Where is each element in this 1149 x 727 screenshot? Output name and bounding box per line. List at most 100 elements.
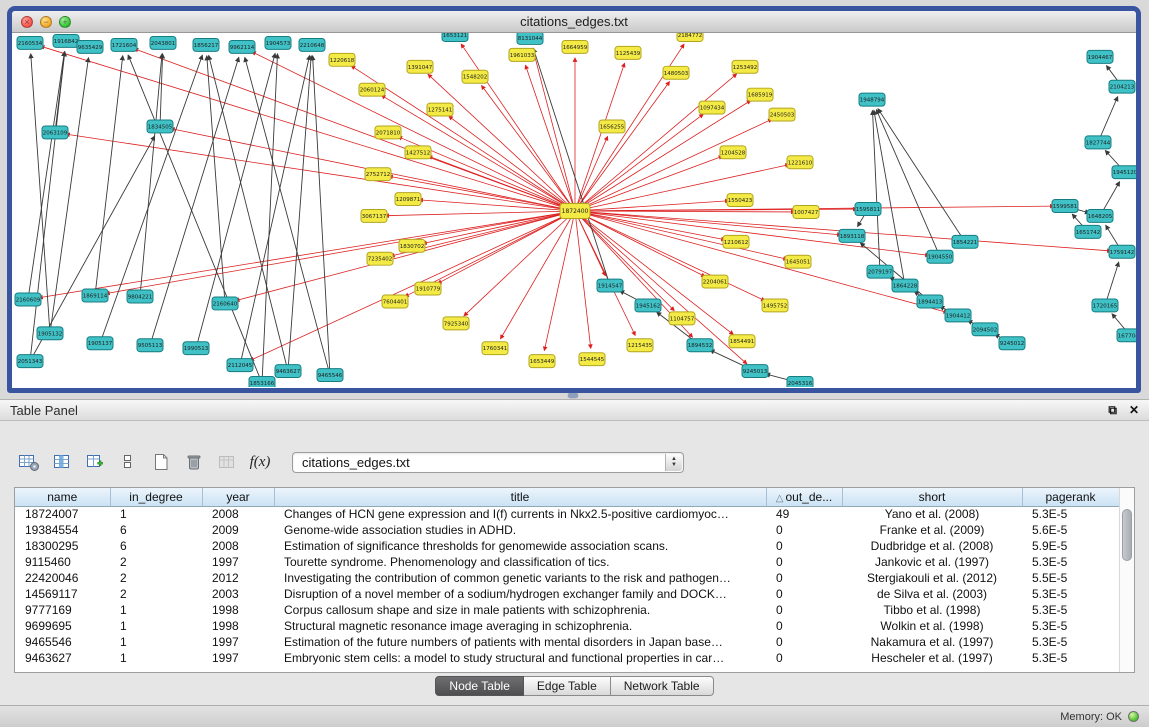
graph-node[interactable]: 1595811 <box>855 203 881 216</box>
column-header-pagerank[interactable]: pagerank <box>1022 488 1119 506</box>
graph-node[interactable]: 1864228 <box>892 279 918 292</box>
zoom-window-button[interactable]: + <box>59 16 71 28</box>
graph-edge[interactable] <box>575 114 703 211</box>
graph-edge[interactable] <box>423 211 575 244</box>
graph-node[interactable]: 1720165 <box>1092 299 1118 312</box>
table-row[interactable]: 946362711997Embryonic stem cells: a mode… <box>15 650 1119 666</box>
graph-edge[interactable] <box>544 211 575 350</box>
graph-node[interactable]: 2752712 <box>365 168 391 181</box>
graph-edge[interactable] <box>140 54 162 297</box>
graph-node[interactable]: 1910779 <box>415 282 441 295</box>
vertical-scrollbar[interactable] <box>1119 488 1134 672</box>
graph-node[interactable]: 1221610 <box>787 156 813 169</box>
graph-edge[interactable] <box>575 211 605 276</box>
graph-node[interactable]: 9465546 <box>317 369 343 382</box>
graph-node[interactable]: 1945120 <box>1112 166 1136 179</box>
graph-edge[interactable] <box>461 44 575 211</box>
graph-edge[interactable] <box>575 137 608 211</box>
graph-node[interactable]: 1854221 <box>952 235 978 248</box>
graph-node[interactable]: 1677042 <box>1117 329 1136 342</box>
graph-node[interactable]: 1645051 <box>785 255 811 268</box>
graph-edge[interactable] <box>575 63 625 211</box>
graph-node[interactable]: 1548202 <box>462 70 488 83</box>
tab-network-table[interactable]: Network Table <box>611 676 714 696</box>
graph-node[interactable]: 2104213 <box>1109 80 1135 93</box>
import-table-icon[interactable] <box>214 449 240 475</box>
graph-node[interactable]: 2071810 <box>375 126 401 139</box>
graph-edge[interactable] <box>575 82 670 211</box>
graph-node[interactable]: 9804221 <box>127 290 153 303</box>
graph-edge[interactable] <box>128 55 262 383</box>
graph-node[interactable]: 1834505 <box>147 120 173 133</box>
graph-node[interactable]: 7604401 <box>382 295 408 308</box>
float-panel-icon[interactable]: ⧉ <box>1108 403 1117 418</box>
graph-edge[interactable] <box>236 211 575 301</box>
graph-node[interactable]: 1904573 <box>265 36 291 49</box>
graph-node[interactable]: 1427512 <box>405 146 431 159</box>
graph-node[interactable]: 1904412 <box>945 309 971 322</box>
graph-node[interactable]: 1856217 <box>193 38 219 51</box>
graph-node[interactable]: 2112045 <box>227 359 253 372</box>
graph-node[interactable]: 1893118 <box>839 229 865 242</box>
graph-node[interactable]: 1914547 <box>597 279 623 292</box>
graph-edge[interactable] <box>575 211 787 259</box>
graph-node[interactable]: 9505113 <box>137 339 163 352</box>
graph-edge[interactable] <box>878 109 965 242</box>
graph-node[interactable]: 2079197 <box>867 265 893 278</box>
graph-edge[interactable] <box>207 56 225 304</box>
graph-edge[interactable] <box>575 74 737 211</box>
column-header-title[interactable]: title <box>274 488 766 506</box>
graph-node-hub[interactable]: 1872400 <box>560 204 590 219</box>
table-selector-dropdown[interactable]: citations_edges.txt ▲▼ <box>292 452 684 473</box>
column-header-out_de[interactable]: △out_de... <box>766 488 842 506</box>
graph-edge[interactable] <box>428 74 575 211</box>
column-header-name[interactable]: name <box>15 488 110 506</box>
graph-edge[interactable] <box>313 56 330 375</box>
graph-node[interactable]: 1215435 <box>627 339 653 352</box>
graph-node[interactable]: 2063109 <box>42 126 68 139</box>
graph-edge[interactable] <box>575 211 947 313</box>
graph-node[interactable]: 2051343 <box>17 355 43 368</box>
graph-node[interactable]: 1854491 <box>729 335 755 348</box>
graph-node[interactable]: 1830702 <box>399 239 425 252</box>
graph-node[interactable]: 1253492 <box>732 60 758 73</box>
graph-node[interactable]: 1759142 <box>1109 245 1135 258</box>
graph-edge[interactable] <box>464 211 575 316</box>
graph-node[interactable]: 1961033 <box>509 48 535 61</box>
minimize-window-button[interactable]: − <box>40 16 52 28</box>
graph-node[interactable]: 2184772 <box>677 33 703 41</box>
graph-edge[interactable] <box>106 211 575 294</box>
table-row[interactable]: 946554611997Estimation of the future num… <box>15 634 1119 650</box>
table-row[interactable]: 1938455462009Genome-wide association stu… <box>15 522 1119 538</box>
graph-edge[interactable] <box>55 52 65 133</box>
graph-node[interactable]: 1894532 <box>687 339 713 352</box>
graph-edge[interactable] <box>449 116 575 211</box>
graph-node[interactable]: 8131044 <box>517 33 543 44</box>
graph-node[interactable]: 3067137 <box>361 210 387 223</box>
graph-node[interactable]: 7925340 <box>443 317 469 330</box>
graph-node[interactable]: 2043801 <box>150 36 176 49</box>
graph-node[interactable]: 2160534 <box>17 36 43 49</box>
graph-node[interactable]: 9962114 <box>229 40 255 53</box>
graph-node[interactable]: 1990513 <box>183 342 209 355</box>
graph-node[interactable]: 9245012 <box>999 337 1025 350</box>
graph-node[interactable]: 1480503 <box>663 66 689 79</box>
graph-node[interactable]: 1869114 <box>82 289 108 302</box>
graph-node[interactable]: 1904467 <box>1087 50 1113 63</box>
graph-node[interactable]: 1656255 <box>599 120 625 133</box>
graph-node[interactable]: 1097434 <box>699 101 725 114</box>
graph-node[interactable]: 1210612 <box>723 235 749 248</box>
graph-node[interactable]: 1853166 <box>249 377 275 387</box>
graph-edge[interactable] <box>134 49 575 211</box>
column-header-year[interactable]: year <box>202 488 274 506</box>
table-row[interactable]: 1456911722003Disruption of a novel membe… <box>15 586 1119 602</box>
tab-edge-table[interactable]: Edge Table <box>524 676 611 696</box>
graph-node[interactable]: 1760341 <box>482 342 508 355</box>
graph-node[interactable]: 1905137 <box>87 337 113 350</box>
graph-node[interactable]: 1220618 <box>329 53 355 66</box>
memory-indicator-icon[interactable] <box>1128 711 1139 722</box>
graph-node[interactable]: 1664959 <box>562 40 588 53</box>
graph-edge[interactable] <box>252 52 575 211</box>
graph-node[interactable]: 1916842 <box>53 34 79 47</box>
table-row[interactable]: 2242004622012Investigating the contribut… <box>15 570 1119 586</box>
